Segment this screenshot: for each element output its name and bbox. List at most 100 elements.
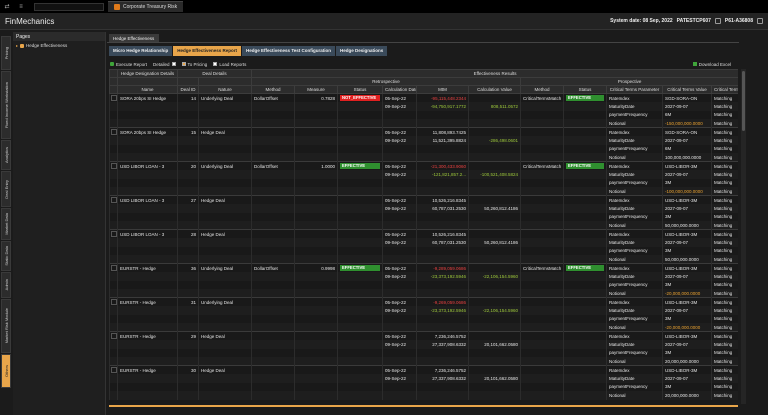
row-select[interactable] — [109, 93, 118, 102]
table-row[interactable]: Notional 20,000,000.0000 Matching — [109, 391, 738, 400]
tab-hedge-effectiveness-test-configuration[interactable]: Hedge Effectiveness Test Configuration — [242, 46, 335, 56]
table-row[interactable]: paymentFrequency 6M Matching — [109, 110, 738, 119]
rail-tab-others[interactable]: Others — [1, 354, 11, 388]
back-icon[interactable]: ⇄ — [0, 0, 14, 13]
tab-hedge-effectiveness[interactable]: Hedge Effectiveness — [109, 34, 159, 42]
execute-report-button[interactable]: Execute Report — [110, 62, 147, 67]
row-select[interactable] — [109, 161, 118, 170]
table-row[interactable]: Notional 20,000,000.0000 Matching — [109, 357, 738, 366]
browser-tab[interactable]: Corporate Treasury Risk — [108, 1, 184, 12]
table-row[interactable]: 09-Sep-22 -121,821,857.2... -100,521,408.5… — [109, 170, 738, 179]
rail-tab-analytics[interactable]: Analytics — [1, 140, 11, 170]
vertical-scrollbar[interactable] — [741, 69, 746, 404]
rail-tab-market-data[interactable]: Market Data — [1, 208, 11, 240]
table-row[interactable]: paymentFrequency 6M Matching — [109, 144, 738, 153]
table-row[interactable]: paymentFrequency 3M Matching — [109, 348, 738, 357]
table-row[interactable]: 09-Sep-22 27,337,908.6332 20,101,662.0580 M… — [109, 340, 738, 349]
rail-tab-pricing[interactable]: Pricing — [1, 36, 11, 70]
col-header-critical-terms-value[interactable]: Critical Terms Value — [662, 85, 713, 94]
table-row[interactable]: 09-Sep-22 11,521,395.8824 -286,498.0601 Mat… — [109, 136, 738, 145]
row-checkbox[interactable] — [110, 265, 117, 271]
detailed-check[interactable] — [171, 62, 176, 66]
row-select[interactable] — [109, 297, 118, 306]
address-bar[interactable] — [34, 2, 104, 11]
row-checkbox[interactable] — [110, 95, 117, 101]
row-select[interactable] — [109, 127, 118, 136]
load-reports-button[interactable]: Load Reports — [213, 62, 246, 67]
col-header-critical-terms-status[interactable]: Critical Terms Status — [711, 85, 738, 94]
table-row[interactable]: Notional 100,000,000.0000 Matching — [109, 153, 738, 162]
table-row[interactable]: EURSTR - Hedge 31 Underlying Deal 05-Sep-22… — [109, 297, 738, 306]
table-row[interactable]: paymentFrequency 3M Matching — [109, 280, 738, 289]
cell-measure — [294, 102, 338, 111]
to-pricing-check[interactable] — [181, 62, 186, 66]
table-row[interactable]: 09-Sep-22 60,787,031.2530 50,260,812.4186 M… — [109, 238, 738, 247]
row-select[interactable] — [109, 229, 118, 238]
row-checkbox[interactable] — [110, 367, 117, 373]
to-pricing-checkbox[interactable]: To Pricing — [181, 62, 207, 67]
col-header-name[interactable]: Name — [117, 85, 178, 94]
tab-hedge-effectiveness-report[interactable]: Hedge Effectiveness Report — [173, 46, 242, 56]
table-row[interactable]: Notional 50,000,000.0000 Matching — [109, 221, 738, 230]
table-row[interactable]: SORA 20bps SI Hedge 15 Hedge Deal 05-Sep-22… — [109, 127, 738, 136]
rail-tab-market-risk-module[interactable]: Market Risk Module — [1, 299, 11, 353]
table-row[interactable]: 09-Sep-22 27,337,908.6332 20,101,662.0580 M… — [109, 374, 738, 383]
rail-tab-static-data[interactable]: Static Data — [1, 241, 11, 271]
table-row[interactable]: paymentFrequency 3M Matching — [109, 178, 738, 187]
table-row[interactable]: 09-Sep-22 60,787,031.2530 50,260,812.4186 M… — [109, 204, 738, 213]
table-row[interactable]: EURSTR - Hedge 30 Hedge Deal 05-Sep-22 7,236… — [109, 365, 738, 374]
row-select[interactable] — [109, 195, 118, 204]
col-header-method[interactable]: Method — [520, 85, 565, 94]
rail-tab-admin[interactable]: Admin — [1, 272, 11, 298]
row-select[interactable] — [109, 263, 118, 272]
col-header-calculation-value[interactable]: Calculation Value — [468, 85, 522, 94]
tab-micro-hedge-relationship[interactable]: Micro Hedge Relationship — [109, 46, 173, 56]
detailed-checkbox[interactable]: Detailed — [153, 62, 176, 67]
menu-icon[interactable]: ≡ — [14, 0, 28, 13]
table-row[interactable]: SORA 20bps SI Hedge 14 Underlying Deal Doll… — [109, 93, 738, 102]
row-select[interactable] — [109, 365, 118, 374]
row-checkbox[interactable] — [110, 129, 117, 135]
table-row[interactable]: Notional -150,000,000.0000 Matching — [109, 119, 738, 128]
col-header-calculation-date[interactable]: Calculation Date — [382, 85, 418, 94]
settings-icon[interactable] — [757, 18, 763, 24]
table-row[interactable]: USD LIBOR LOAN - 3 20 Underlying Deal Dolla… — [109, 161, 738, 170]
table-row[interactable]: Notional 50,000,000.0000 Matching — [109, 255, 738, 264]
col-header-method[interactable]: Method — [251, 85, 296, 94]
rail-tab-fixed-income-workstation[interactable]: Fixed Income Workstation — [1, 71, 11, 139]
col-header-status[interactable]: Status — [337, 85, 384, 94]
table-row[interactable]: Notional -20,000,000.0000 Matching — [109, 323, 738, 332]
rail-tab-deal-entry[interactable]: Deal Entry — [1, 171, 11, 207]
row-select[interactable] — [109, 331, 118, 340]
table-row[interactable]: paymentFrequency 3M Matching — [109, 382, 738, 391]
row-checkbox[interactable] — [110, 197, 117, 203]
col-header-mtm[interactable]: MtM — [416, 85, 470, 94]
table-row[interactable]: 09-Sep-22 -94,750,917.1772 808,511.0572 Mat… — [109, 102, 738, 111]
col-header-status[interactable]: Status — [563, 85, 608, 94]
table-row[interactable]: EURSTR - Hedge 36 Underlying Deal DollarOff… — [109, 263, 738, 272]
table-row[interactable]: Notional -20,000,000.0000 Matching — [109, 289, 738, 298]
tab-hedge-designations[interactable]: Hedge Designations — [335, 46, 388, 56]
col-header-nature[interactable]: Nature — [197, 85, 253, 94]
user-icon[interactable] — [714, 18, 721, 24]
row-checkbox[interactable] — [110, 299, 117, 305]
col-header-deal-id[interactable]: Deal ID — [177, 85, 199, 94]
page-item-hedge-effectiveness[interactable]: ▸ Hedge Effectiveness — [13, 41, 105, 50]
expand-icon[interactable]: ▸ — [16, 43, 18, 48]
col-header-critical-terms-parameter[interactable]: Critical Terms Parameter — [606, 85, 664, 94]
table-row[interactable]: EURSTR - Hedge 29 Hedge Deal 05-Sep-22 7,236… — [109, 331, 738, 340]
table-row[interactable]: 09-Sep-22 -23,373,192.5946 -22,106,154.596… — [109, 272, 738, 281]
table-row[interactable]: paymentFrequency 3M Matching — [109, 314, 738, 323]
table-row[interactable]: USD LIBOR LOAN - 3 28 Hedge Deal 05-Sep-22 1… — [109, 229, 738, 238]
table-row[interactable]: paymentFrequency 3M Matching — [109, 246, 738, 255]
table-row[interactable]: 09-Sep-22 -23,373,192.5946 -22,106,154.596… — [109, 306, 738, 315]
download-excel-button[interactable]: Download Excel — [692, 62, 731, 67]
row-checkbox[interactable] — [110, 163, 117, 169]
row-checkbox[interactable] — [110, 231, 117, 237]
scroll-thumb[interactable] — [742, 71, 745, 131]
table-row[interactable]: paymentFrequency 3M Matching — [109, 212, 738, 221]
row-checkbox[interactable] — [110, 333, 117, 339]
table-row[interactable]: Notional -100,000,000.0000 Matching — [109, 187, 738, 196]
col-header-measure[interactable]: Measure — [294, 85, 339, 94]
table-row[interactable]: USD LIBOR LOAN - 3 27 Hedge Deal 05-Sep-22 1… — [109, 195, 738, 204]
